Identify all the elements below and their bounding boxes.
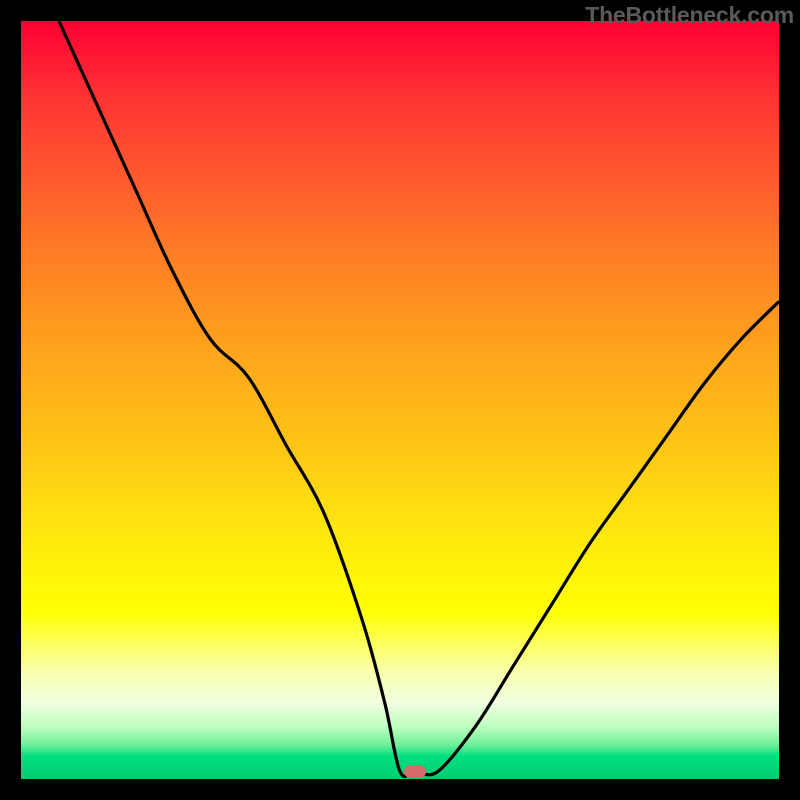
optimal-point-marker <box>404 765 426 778</box>
branding-watermark: TheBottleneck.com <box>585 2 794 29</box>
bottleneck-curve <box>59 21 779 776</box>
chart-curve-layer <box>21 21 779 779</box>
